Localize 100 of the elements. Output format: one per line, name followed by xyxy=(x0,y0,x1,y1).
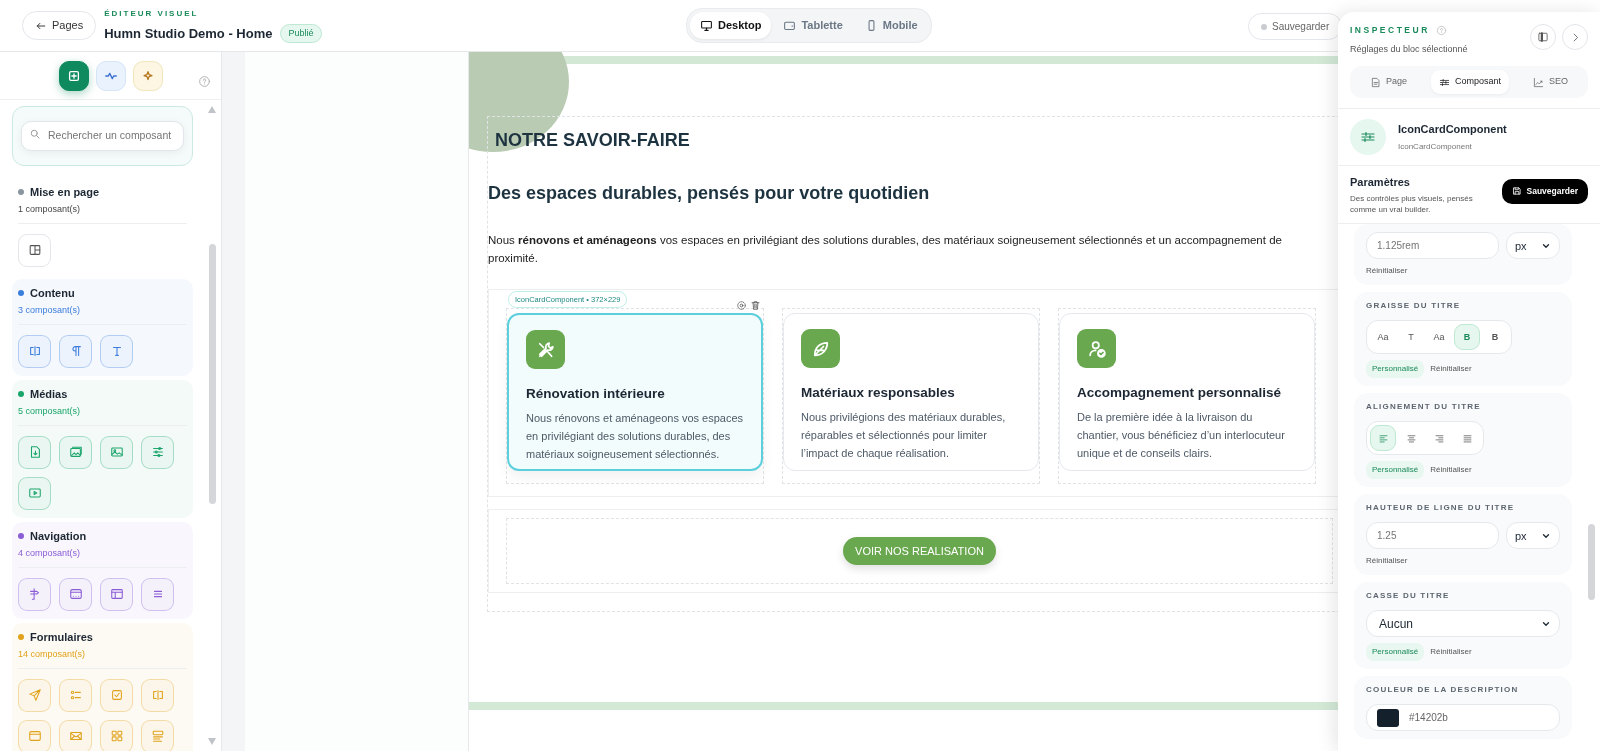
checkbox-icon xyxy=(109,688,124,703)
weight-option[interactable]: B xyxy=(1482,324,1508,351)
gallery-icon xyxy=(68,445,83,460)
component-tile[interactable] xyxy=(141,678,174,712)
component-tile[interactable] xyxy=(100,435,133,469)
setting-label: ALIGNEMENT DU TITRE xyxy=(1366,401,1482,414)
component-count: 5 composant(s) xyxy=(18,406,81,417)
custom-badge: Personnalisé xyxy=(1366,360,1425,379)
color-field[interactable]: #14202b xyxy=(1366,704,1560,732)
reset-link[interactable]: Réinitialiser xyxy=(1430,363,1472,376)
inspector-title: INSPECTEUR xyxy=(1350,24,1430,37)
custom-badge: Personnalisé xyxy=(1366,461,1425,480)
component-tile[interactable] xyxy=(100,719,133,751)
window-icon xyxy=(27,729,42,744)
layout-icon xyxy=(27,243,42,258)
component-name: IconCardComponent xyxy=(1398,122,1507,137)
mode-button[interactable] xyxy=(58,60,89,91)
component-tile[interactable] xyxy=(18,719,51,751)
component-tile[interactable] xyxy=(59,678,92,712)
search-field[interactable]: Rechercher un composant xyxy=(21,121,184,151)
setting-label: COULEUR DE LA DESCRIPTION xyxy=(1366,684,1520,697)
component-tile[interactable] xyxy=(18,577,51,611)
reset-link[interactable]: Réinitialiser xyxy=(1430,646,1472,659)
case-select[interactable]: Aucun xyxy=(1366,610,1560,638)
component-tile[interactable] xyxy=(100,334,133,368)
inspector-tab[interactable]: SEO xyxy=(1525,70,1576,94)
align-option[interactable] xyxy=(1370,425,1396,452)
component-tile[interactable] xyxy=(59,577,92,611)
sliders-icon xyxy=(150,445,165,460)
component-tile[interactable] xyxy=(18,678,51,712)
component-tile[interactable] xyxy=(18,476,51,510)
component-tile[interactable] xyxy=(141,577,174,611)
icon-card[interactable]: Rénovation intérieure Nous rénovons et aménageons vos espaces en privilégiant des solutions durables, des matériaux soigneusement sélectionnés. xyxy=(507,313,763,471)
component-tile[interactable] xyxy=(141,719,174,751)
component-tile[interactable] xyxy=(59,719,92,751)
gear-icon xyxy=(736,300,747,312)
component-count: 4 composant(s) xyxy=(18,548,81,559)
device-tab[interactable]: Mobile xyxy=(854,12,928,39)
page-title: Humn Studio Demo - Home xyxy=(104,24,273,43)
inspector-tab[interactable]: Composant xyxy=(1431,70,1509,94)
scroll-up-icon[interactable] xyxy=(208,106,216,113)
card-title: Rénovation intérieure xyxy=(526,385,666,403)
back-button[interactable]: Pages xyxy=(22,11,97,40)
setting-label: HAUTEUR DE LIGNE DU TITRE xyxy=(1366,502,1516,515)
value-field[interactable]: 1.125rem xyxy=(1366,232,1499,260)
component-tile[interactable] xyxy=(18,435,51,469)
component-tile[interactable] xyxy=(18,233,51,267)
component-tile[interactable] xyxy=(141,435,174,469)
monitor-icon xyxy=(700,18,713,32)
device-tab[interactable]: Tablette xyxy=(773,12,853,39)
inspector-subtitle: Réglages du bloc sélectionné xyxy=(1350,42,1469,56)
component-count: 14 composant(s) xyxy=(18,649,86,660)
align-left-icon xyxy=(1377,432,1389,444)
scroll-down-icon[interactable] xyxy=(208,738,216,745)
document-icon xyxy=(1370,76,1381,88)
collapse-button[interactable] xyxy=(1562,24,1588,50)
section-heading: Des espaces durables, pensés pour votre quotidien xyxy=(488,182,930,205)
icon-card[interactable]: Accompagnement personnalisé De la première idée à la livraison du chantier, vous bénéficiez d’un interlocuteur unique et de conseils clairs. xyxy=(1059,313,1315,471)
device-tab[interactable]: Desktop xyxy=(690,12,772,39)
weight-option[interactable]: T xyxy=(1398,324,1424,351)
editor-label: ÉDITEUR VISUEL xyxy=(104,7,200,20)
sparkle-icon xyxy=(140,68,155,83)
value-field[interactable]: 1.25 xyxy=(1366,522,1499,550)
icon-card[interactable]: Matériaux responsables Nous privilégions des matériaux durables, réparables et sélectionnés pour limiter l’impact de chaque réalisation. xyxy=(783,313,1039,471)
reset-link[interactable]: Réinitialiser xyxy=(1366,555,1408,568)
reset-link[interactable]: Réinitialiser xyxy=(1366,265,1408,278)
component-tile[interactable] xyxy=(100,577,133,611)
weight-option[interactable]: B xyxy=(1454,324,1480,351)
layout-icon xyxy=(109,587,124,602)
section-eyebrow: NOTRE SAVOIR-FAIRE xyxy=(495,129,690,152)
save-button[interactable]: Sauvegarder xyxy=(1501,178,1588,204)
scrollbar-thumb[interactable] xyxy=(1588,524,1595,601)
scrollbar-thumb[interactable] xyxy=(209,244,216,504)
intro-paragraph: Nous rénovons et aménageons vos espaces en privilégiant des solutions durables, des matériaux soigneusement sélectionnés et un accompagnement de proximité. xyxy=(488,233,1283,266)
component-tile[interactable] xyxy=(18,334,51,368)
status-badge: Publié xyxy=(280,23,322,44)
setting-label: CASSE DU TITRE xyxy=(1366,590,1451,603)
card-text: Nous rénovons et aménageons vos espaces en privilégiant des solutions durables, des matériaux soigneusement sélectionnés. xyxy=(526,411,744,463)
params-description: Des contrôles plus visuels, pensés comme un vrai builder. xyxy=(1350,193,1474,216)
weight-option[interactable]: Aa xyxy=(1370,324,1396,351)
panel-toggle-button[interactable] xyxy=(1530,24,1556,50)
component-tile[interactable] xyxy=(59,334,92,368)
inspector-tab[interactable]: Page xyxy=(1362,70,1415,94)
chart-icon xyxy=(1533,76,1544,88)
unit-select[interactable]: px xyxy=(1506,232,1560,260)
params-title: Paramètres xyxy=(1350,174,1411,190)
reset-link[interactable]: Réinitialiser xyxy=(1430,464,1472,477)
plus-square-icon xyxy=(66,68,81,83)
weight-option[interactable]: Aa xyxy=(1426,324,1452,351)
component-tile[interactable] xyxy=(59,435,92,469)
component-tile[interactable] xyxy=(100,678,133,712)
component-count: 3 composant(s) xyxy=(18,305,81,316)
align-right-icon xyxy=(1433,432,1445,444)
panel-icon xyxy=(1537,31,1549,43)
align-justify-icon xyxy=(1461,432,1473,444)
unit-select[interactable]: px xyxy=(1506,522,1560,550)
component-type: IconCardComponent xyxy=(1398,140,1473,153)
search-icon xyxy=(29,128,41,140)
color-swatch xyxy=(1377,708,1399,727)
send-icon xyxy=(27,688,42,703)
